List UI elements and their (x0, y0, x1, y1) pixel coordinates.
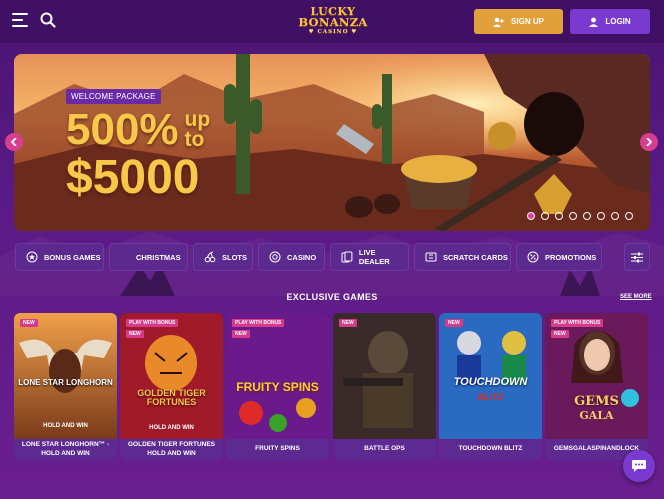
carousel-dot[interactable] (611, 212, 619, 220)
site-logo[interactable]: LUCKY BONANZA ♥ CASINO ♥ (293, 6, 373, 38)
sliders-icon (631, 252, 643, 262)
carousel-next-button[interactable] (640, 133, 658, 151)
chevron-left-icon (11, 138, 17, 146)
ticket-icon (425, 252, 437, 262)
game-logo: GOLDEN TIGER FORTUNES (137, 388, 206, 407)
game-logo-sub: HOLD AND WIN (43, 423, 88, 429)
top-header: LUCKY BONANZA ♥ CASINO ♥ SIGN UP LOGIN (0, 0, 664, 43)
new-badge: NEW (126, 330, 144, 338)
carousel-dot[interactable] (527, 212, 535, 220)
logo-line-2: BONANZA (298, 15, 368, 29)
percent-icon (527, 251, 539, 263)
chevron-right-icon (646, 138, 652, 146)
add-user-icon (493, 17, 504, 27)
category-label: LIVE DEALER (358, 248, 390, 266)
carousel-dot[interactable] (569, 212, 577, 220)
section-title: EXCLUSIVE GAMES (286, 292, 378, 302)
category-bar: BONUS GAMES CHRISTMAS SLOTS CASINO LIVE … (0, 243, 664, 271)
game-logo-2: BLITZ (477, 392, 504, 402)
category-promotions[interactable]: PROMOTIONS (516, 243, 602, 271)
game-card[interactable]: PLAY WITH BONUS NEW GEMS GALA GEMSGALASP… (545, 313, 648, 460)
game-card[interactable]: PLAY WITH BONUS NEW GOLDEN TIGER FORTUNE… (120, 313, 223, 460)
category-label: CHRISTMAS (136, 252, 181, 262)
category-label: CASINO (287, 252, 317, 262)
category-slots[interactable]: SLOTS (193, 243, 253, 271)
game-thumbnail (14, 313, 117, 439)
live-chat-button[interactable] (623, 450, 655, 482)
promo-upto: up to (184, 108, 211, 151)
game-card[interactable]: NEW BATTLE OPS (333, 313, 436, 460)
login-button[interactable]: LOGIN (570, 9, 650, 34)
chip-icon (269, 251, 281, 263)
signup-button[interactable]: SIGN UP (474, 9, 563, 34)
user-icon (589, 17, 599, 27)
game-card[interactable]: NEW LONE STAR LONGHORN HOLD AND WIN LONE… (14, 313, 117, 460)
game-logo-sub: HOLD AND WIN (149, 425, 194, 431)
game-logo: GEMS (574, 394, 619, 409)
new-badge: NEW (339, 319, 357, 327)
carousel-dot[interactable] (597, 212, 605, 220)
hero-banner[interactable]: WELCOME PACKAGE 500% up to $5000 (14, 54, 650, 231)
game-logo: TOUCHDOWN (453, 376, 528, 388)
game-title: LONE STAR LONGHORN™ - HOLD AND WIN (14, 439, 117, 460)
game-logo-2: GALA (579, 409, 614, 422)
promo-percent: 500% (66, 105, 179, 154)
game-title: GOLDEN TIGER FORTUNES HOLD AND WIN (120, 439, 223, 460)
promo-max-amount: $5000 (66, 151, 200, 204)
category-label: PROMOTIONS (545, 252, 597, 262)
game-logo: FRUITY SPINS (236, 380, 319, 394)
play-with-bonus-badge: PLAY WITH BONUS (232, 319, 285, 327)
category-label: BONUS GAMES (44, 252, 101, 262)
new-badge: NEW (232, 330, 250, 338)
category-scratch-cards[interactable]: SCRATCH CARDS (414, 243, 511, 271)
cards-icon (341, 251, 353, 263)
new-badge: NEW (20, 319, 38, 327)
star-badge-icon (26, 251, 38, 263)
category-christmas[interactable]: CHRISTMAS (109, 243, 188, 271)
new-badge: NEW (551, 330, 569, 338)
filter-button[interactable] (624, 243, 650, 271)
new-badge: NEW (445, 319, 463, 327)
carousel-dots (527, 212, 633, 220)
game-thumbnail (333, 313, 436, 439)
category-live-dealer[interactable]: LIVE DEALER (330, 243, 409, 271)
search-icon[interactable] (40, 12, 56, 28)
chat-bubble-icon (632, 460, 646, 472)
game-logo: LONE STAR LONGHORN (18, 378, 113, 387)
play-with-bonus-badge: PLAY WITH BONUS (126, 319, 179, 327)
category-label: SLOTS (222, 252, 248, 262)
category-casino[interactable]: CASINO (258, 243, 325, 271)
game-card[interactable]: NEW TOUCHDOWN BLITZ TOUCHDOWN BLITZ (439, 313, 542, 460)
carousel-dot[interactable] (583, 212, 591, 220)
login-label: LOGIN (605, 17, 631, 26)
carousel-dot[interactable] (625, 212, 633, 220)
category-label: SCRATCH CARDS (443, 252, 508, 262)
see-more-link[interactable]: SEE MORE (620, 294, 652, 300)
signup-label: SIGN UP (511, 17, 544, 26)
hamburger-menu-icon[interactable] (12, 13, 28, 27)
game-title: BATTLE OPS (333, 439, 436, 460)
carousel-dot[interactable] (541, 212, 549, 220)
game-card[interactable]: PLAY WITH BONUS NEW FRUITY SPINS FRUITY … (226, 313, 329, 460)
carousel-prev-button[interactable] (5, 133, 23, 151)
welcome-package-badge: WELCOME PACKAGE (66, 89, 161, 104)
category-bonus-games[interactable]: BONUS GAMES (15, 243, 104, 271)
game-title: TOUCHDOWN BLITZ (439, 439, 542, 460)
carousel-dot[interactable] (555, 212, 563, 220)
logo-line-3: ♥ CASINO ♥ (308, 28, 358, 35)
cherry-icon (204, 251, 216, 263)
game-title: FRUITY SPINS (226, 439, 329, 460)
promo-amount: 500% up to $5000 (66, 108, 213, 202)
play-with-bonus-badge: PLAY WITH BONUS (551, 319, 604, 327)
